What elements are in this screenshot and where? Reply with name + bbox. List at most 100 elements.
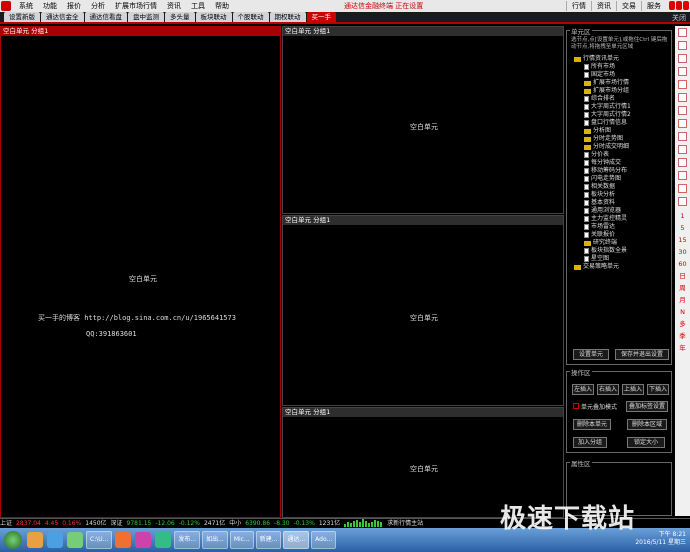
task-adobe[interactable]: Ado... bbox=[311, 531, 337, 549]
tool-icon[interactable] bbox=[678, 67, 687, 76]
quicklaunch-icon-1[interactable] bbox=[27, 532, 43, 548]
tab-4[interactable]: 多头量 bbox=[165, 12, 195, 22]
tool-icon[interactable] bbox=[678, 93, 687, 102]
main-unit-header[interactable]: 空白单元 分组1 bbox=[1, 27, 280, 36]
tool-icon[interactable] bbox=[678, 145, 687, 154]
bottom-right-unit-header[interactable]: 空白单元 分组1 bbox=[283, 408, 563, 417]
tree-item[interactable]: 大字周式行情1 bbox=[574, 103, 672, 111]
overlay-tab-button[interactable]: 叠加标签设置 bbox=[626, 401, 668, 412]
restore-icon[interactable] bbox=[676, 1, 682, 10]
system-clock[interactable]: 下午 8:21 2016/5/11 星期三 bbox=[635, 531, 686, 547]
tree-item[interactable]: 所有市场 bbox=[574, 63, 672, 71]
menu-ext-market[interactable]: 扩展市场行情 bbox=[110, 1, 162, 11]
quicklaunch-icon-5[interactable] bbox=[135, 532, 152, 548]
nav-service[interactable]: 服务 bbox=[641, 1, 666, 11]
up-insert-button[interactable]: 上插入 bbox=[622, 384, 644, 395]
tree-item[interactable]: 国定市场 bbox=[574, 71, 672, 79]
tree-item[interactable]: 盘口行情信息 bbox=[574, 119, 672, 127]
tab-2[interactable]: 通达信看盘 bbox=[84, 12, 127, 22]
quicklaunch-icon-6[interactable] bbox=[155, 532, 172, 548]
tool-icon[interactable] bbox=[678, 119, 687, 128]
tree-item[interactable]: 闪电走势图 bbox=[574, 175, 672, 183]
tree-item[interactable]: 市场雷达 bbox=[574, 223, 672, 231]
down-insert-button[interactable]: 下插入 bbox=[647, 384, 669, 395]
tree-item[interactable]: 分时成交明细 bbox=[574, 143, 672, 151]
period-button[interactable]: 年 bbox=[675, 342, 690, 354]
nav-info[interactable]: 资讯 bbox=[591, 1, 616, 11]
task-tongdaxin[interactable]: 通达... bbox=[283, 531, 310, 549]
top-right-unit-header[interactable]: 空白单元 分组1 bbox=[283, 27, 563, 36]
tree-item[interactable]: 大字周式行情2 bbox=[574, 111, 672, 119]
mid-right-unit-header[interactable]: 空白单元 分组1 bbox=[283, 216, 563, 225]
period-button[interactable]: 日 bbox=[675, 270, 690, 282]
tree-item[interactable]: 基本资料 bbox=[574, 199, 672, 207]
tree-root-quote[interactable]: 行情资讯单元 bbox=[574, 55, 672, 63]
quicklaunch-icon-4[interactable] bbox=[115, 532, 132, 548]
period-button[interactable]: 5 bbox=[675, 222, 690, 234]
overlay-mode-checkbox[interactable] bbox=[573, 403, 579, 409]
menu-system[interactable]: 系统 bbox=[14, 1, 38, 11]
tool-icon[interactable] bbox=[678, 106, 687, 115]
server-status[interactable]: 求新行情主站 bbox=[387, 519, 423, 528]
tool-icon[interactable] bbox=[678, 184, 687, 193]
tab-3[interactable]: 盘中监测 bbox=[128, 12, 164, 22]
period-button[interactable]: 周 bbox=[675, 282, 690, 294]
tree-item[interactable]: 星空图 bbox=[574, 255, 672, 263]
quicklaunch-icon-3[interactable] bbox=[67, 532, 83, 548]
period-button[interactable]: 15 bbox=[675, 234, 690, 246]
tab-5[interactable]: 板块联动 bbox=[195, 12, 232, 22]
tab-7[interactable]: 期权联动 bbox=[269, 12, 306, 22]
minimize-icon[interactable] bbox=[669, 1, 675, 10]
period-button[interactable]: N bbox=[675, 306, 690, 318]
task-microsoft[interactable]: Mic... bbox=[229, 531, 254, 549]
tree-item[interactable]: 综合排名 bbox=[574, 95, 672, 103]
tool-icon[interactable] bbox=[678, 171, 687, 180]
close-layout-button[interactable]: 关闭 bbox=[672, 13, 686, 23]
menu-analysis[interactable]: 分析 bbox=[86, 1, 110, 11]
start-button[interactable] bbox=[4, 531, 22, 549]
menu-info[interactable]: 资讯 bbox=[162, 1, 186, 11]
period-button[interactable]: 月 bbox=[675, 294, 690, 306]
tool-icon[interactable] bbox=[678, 41, 687, 50]
main-blank-unit[interactable]: 空白单元 分组1 空白单元 买一手的博客 http://blog.sina.co… bbox=[0, 26, 281, 518]
tool-icon[interactable] bbox=[678, 158, 687, 167]
tree-item[interactable]: 每分钟成交 bbox=[574, 159, 672, 167]
task-new[interactable]: 新建... bbox=[255, 531, 282, 549]
tree-item[interactable]: 分析图 bbox=[574, 127, 672, 135]
tree-item[interactable]: 通用浏览器 bbox=[574, 207, 672, 215]
tab-0[interactable]: 设置新版 bbox=[4, 12, 40, 22]
task-publish[interactable]: 发布... bbox=[174, 531, 201, 549]
period-button[interactable]: 30 bbox=[675, 246, 690, 258]
period-button[interactable]: 季 bbox=[675, 330, 690, 342]
tree-root-trade[interactable]: 交易策略单元 bbox=[574, 263, 672, 271]
tree-item[interactable]: 主力监控精灵 bbox=[574, 215, 672, 223]
period-button[interactable]: 1 bbox=[675, 210, 690, 222]
tree-item[interactable]: 扩展市场分组 bbox=[574, 87, 672, 95]
tree-item[interactable]: 扩展市场行情 bbox=[574, 79, 672, 87]
task-ruchu[interactable]: 如出... bbox=[202, 531, 228, 549]
close-icon[interactable] bbox=[683, 1, 689, 10]
menu-quote[interactable]: 报价 bbox=[62, 1, 86, 11]
lock-size-button[interactable]: 锁定大小 bbox=[627, 437, 665, 448]
period-button[interactable]: 多 bbox=[675, 318, 690, 330]
tree-item[interactable]: 分时走势图 bbox=[574, 135, 672, 143]
save-exit-button[interactable]: 保存并退出设置 bbox=[615, 349, 669, 360]
tab-1[interactable]: 通达信金全 bbox=[41, 12, 84, 22]
add-group-button[interactable]: 加入分组 bbox=[573, 437, 607, 448]
tree-item[interactable]: 分价表 bbox=[574, 151, 672, 159]
tree-item[interactable]: 相关数据 bbox=[574, 183, 672, 191]
top-right-blank-unit[interactable]: 空白单元 分组1 空白单元 bbox=[282, 26, 564, 214]
tab-8[interactable]: 买一手 bbox=[306, 12, 336, 22]
mid-right-blank-unit[interactable]: 空白单元 分组1 空白单元 bbox=[282, 215, 564, 406]
period-button[interactable]: 60 bbox=[675, 258, 690, 270]
tree-item[interactable]: 关联报价 bbox=[574, 231, 672, 239]
tree-item[interactable]: 移动筹码分布 bbox=[574, 167, 672, 175]
tool-icon[interactable] bbox=[678, 28, 687, 37]
menu-function[interactable]: 功能 bbox=[38, 1, 62, 11]
right-insert-button[interactable]: 右插入 bbox=[597, 384, 619, 395]
tab-6[interactable]: 个股联动 bbox=[232, 12, 269, 22]
delete-area-button[interactable]: 删除本区域 bbox=[627, 419, 667, 430]
menu-help[interactable]: 帮助 bbox=[210, 1, 234, 11]
set-unit-button[interactable]: 设置单元 bbox=[573, 349, 609, 360]
tool-icon[interactable] bbox=[678, 54, 687, 63]
